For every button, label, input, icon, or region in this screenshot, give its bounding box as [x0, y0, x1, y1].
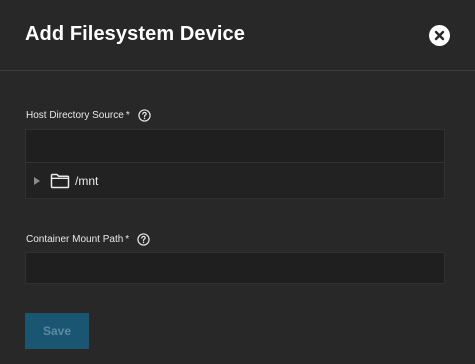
save-button[interactable]: Save [25, 313, 89, 349]
help-icon[interactable] [137, 233, 150, 246]
host-directory-input[interactable] [25, 129, 445, 163]
host-directory-label: Host Directory Source [26, 110, 124, 121]
close-icon [434, 30, 445, 41]
add-filesystem-device-dialog: Add Filesystem Device Host Directory Sou… [0, 0, 475, 364]
tree-node-mnt[interactable]: /mnt [26, 163, 444, 198]
container-mount-input[interactable] [25, 252, 445, 284]
required-marker: * [125, 110, 130, 121]
close-button[interactable] [429, 25, 450, 46]
tree-node-label: /mnt [75, 174, 99, 188]
dialog-title: Add Filesystem Device [25, 23, 245, 45]
required-marker: * [125, 234, 130, 245]
container-mount-label-row: Container Mount Path * [26, 233, 150, 246]
directory-tree: /mnt [25, 162, 445, 199]
folder-icon [50, 173, 70, 189]
container-mount-label: Container Mount Path [26, 234, 124, 245]
chevron-right-icon[interactable] [34, 177, 40, 185]
host-directory-label-row: Host Directory Source * [26, 109, 151, 122]
help-icon[interactable] [138, 109, 151, 122]
dialog-header: Add Filesystem Device [0, 0, 475, 71]
